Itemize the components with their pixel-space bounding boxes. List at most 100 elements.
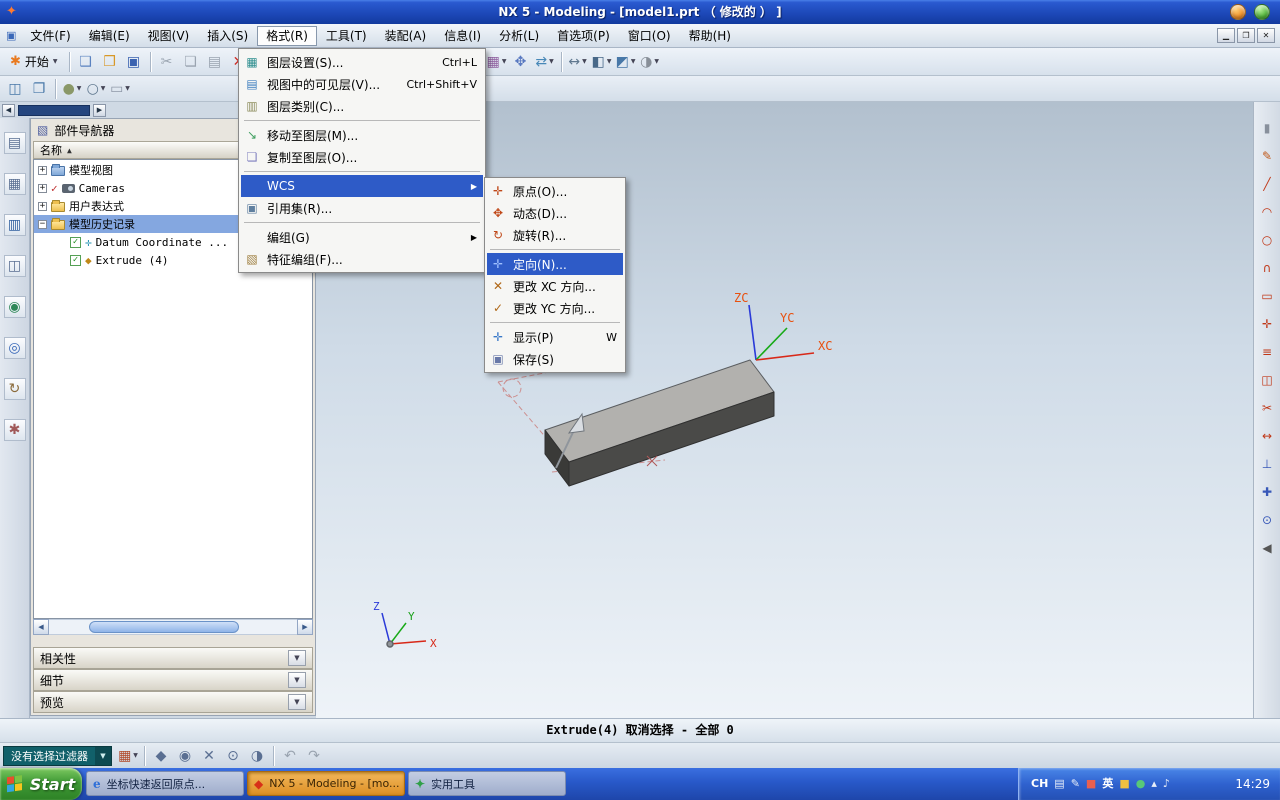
end-point-snap-icon[interactable]: ◆ [149, 745, 173, 767]
line-tool-icon[interactable]: ╱ [1257, 174, 1277, 194]
show-hidden-tray-icon[interactable]: ▴ [1151, 777, 1157, 791]
taskbar-task-utility[interactable]: ✦ 实用工具 [408, 771, 566, 796]
wcs-zc-axis[interactable] [748, 304, 757, 361]
move-object-icon[interactable]: ✥ [509, 51, 533, 73]
arc-center-snap-icon[interactable]: ⊙ [221, 745, 245, 767]
constraints-icon[interactable]: ⊥ [1257, 454, 1277, 474]
snap-point-grid-icon-dropdown[interactable]: ▼ [133, 752, 138, 759]
assembly-navigator-tab[interactable]: ▤ [3, 132, 26, 154]
submenu-item-display[interactable]: ✛ 显示(P) W [487, 326, 623, 348]
selection-filter-combo[interactable]: 没有选择过滤器 ▼ [3, 745, 112, 766]
rectangle-tool-icon[interactable]: ▭ [1257, 286, 1277, 306]
ime-punct-tray-icon[interactable]: ■ [1119, 777, 1129, 791]
menu-item-wcs[interactable]: WCS ▶ [241, 175, 483, 197]
menubar-item-4[interactable]: 格式(R) [257, 26, 317, 46]
submenu-item-change-xc[interactable]: ✕ 更改 XC 方向... [487, 275, 623, 297]
mdi-minimize-button[interactable]: ▁ [1217, 28, 1235, 43]
maximize-layout-icon[interactable]: ◫ [3, 78, 27, 100]
wireframe-mode-icon[interactable]: ○ ▼ [84, 78, 108, 100]
new-part-icon[interactable]: ❑ [74, 51, 98, 73]
pattern-feature-icon[interactable]: ▦ ▼ [485, 51, 509, 73]
mdi-close-button[interactable]: ✕ [1257, 28, 1275, 43]
paste-icon[interactable]: ▤ [203, 51, 227, 73]
menu-item-feature-group[interactable]: ▧ 特征编组(F)... [241, 248, 483, 270]
ime-eng-indicator[interactable]: 英 [1102, 777, 1113, 791]
mirror-tool-icon[interactable]: ◫ [1257, 370, 1277, 390]
menubar-item-11[interactable]: 帮助(H) [680, 26, 740, 46]
sort-ascending-icon[interactable]: ▲ [67, 146, 72, 155]
close-window-button[interactable] [1254, 4, 1270, 20]
scrollbar-thumb[interactable] [89, 621, 239, 633]
collapse-panel-icon[interactable]: ◀ [1257, 538, 1277, 558]
arc-tool-icon[interactable]: ◠ [1257, 202, 1277, 222]
docked-panel-tab[interactable] [18, 104, 90, 116]
tree-item-extrude-checkbox[interactable]: ✓ [70, 254, 81, 266]
section-preview-expand-button[interactable]: ▼ [288, 694, 306, 710]
submenu-item-rotate[interactable]: ↻ 旋转(R)... [487, 224, 623, 246]
menubar-item-7[interactable]: 信息(I) [435, 26, 490, 46]
section-dependencies-expand-button[interactable]: ▼ [288, 650, 306, 666]
app-tray-icon[interactable]: ● [1136, 777, 1146, 791]
collapse-left-icon[interactable]: ◀ [2, 103, 15, 117]
volume-tray-icon[interactable]: ♪ [1163, 777, 1170, 791]
keyboard-tray-icon[interactable]: ▤ [1054, 777, 1064, 791]
menu-item-layer-settings[interactable]: ▦ 图层设置(S)... Ctrl+L [241, 51, 483, 73]
render-style-icon-dropdown[interactable]: ▼ [654, 58, 659, 65]
measure-icon[interactable]: ↔ ▼ [566, 51, 590, 73]
section-view-icon-dropdown[interactable]: ▼ [607, 58, 612, 65]
menu-item-move-to-layer[interactable]: ↘ 移动至图层(M)... [241, 124, 483, 146]
wireframe-mode-icon-dropdown[interactable]: ▼ [101, 85, 106, 92]
orient-view-icon-dropdown[interactable]: ▼ [631, 58, 636, 65]
menubar-item-8[interactable]: 分析(L) [490, 26, 548, 46]
tree-expander-icon[interactable]: + [38, 165, 47, 175]
extend-tool-icon[interactable]: ↔ [1257, 426, 1277, 446]
roles-palette-tab[interactable]: ✱ [3, 419, 26, 441]
copy-icon[interactable]: ❏ [179, 51, 203, 73]
menu-item-visible-in-view[interactable]: ▤ 视图中的可见层(V)... Ctrl+Shift+V [241, 73, 483, 95]
web-browser-tab[interactable]: ◎ [3, 337, 26, 359]
menu-item-layer-category[interactable]: ▥ 图层类别(C)... [241, 95, 483, 117]
pattern-feature-icon-dropdown[interactable]: ▼ [502, 58, 507, 65]
section-details[interactable]: 细节 ▼ [33, 669, 313, 691]
tree-horizontal-scrollbar[interactable]: ◀ ▶ [33, 619, 313, 635]
circle-tool-icon[interactable]: ○ [1257, 230, 1277, 250]
menubar-item-1[interactable]: 编辑(E) [80, 26, 139, 46]
scrollbar-track[interactable] [49, 619, 297, 635]
submenu-item-save[interactable]: ▣ 保存(S) [487, 348, 623, 370]
mid-point-snap-icon[interactable]: ◉ [173, 745, 197, 767]
cut-icon[interactable]: ✂ [155, 51, 179, 73]
scroll-left-icon[interactable]: ◀ [33, 619, 49, 635]
fit-view-icon[interactable]: ▮ [1257, 118, 1277, 138]
offset-tool-icon[interactable]: ≡ [1257, 342, 1277, 362]
menubar-item-5[interactable]: 工具(T) [317, 26, 376, 46]
dimension-icon[interactable]: ✚ [1257, 482, 1277, 502]
section-details-expand-button[interactable]: ▼ [288, 672, 306, 688]
submenu-item-dynamics[interactable]: ✥ 动态(D)... [487, 202, 623, 224]
intersection-snap-icon[interactable]: ✕ [197, 745, 221, 767]
sketch-pencil-icon[interactable]: ✎ [1257, 146, 1277, 166]
reuse-library-tab[interactable]: ◫ [3, 255, 26, 277]
taskbar-task-nx[interactable]: ◆ NX 5 - Modeling - [mo... [247, 771, 405, 796]
start-menu-button[interactable]: ✱ 开始 ▼ [3, 51, 65, 72]
mdi-restore-button[interactable]: ❐ [1237, 28, 1255, 43]
snap-view-icon-dropdown[interactable]: ▼ [125, 85, 130, 92]
cascade-layout-icon[interactable]: ❐ [27, 78, 51, 100]
tree-item-datum-csys-checkbox[interactable]: ✓ [70, 236, 81, 248]
history-palette-tab[interactable]: ↻ [3, 378, 26, 400]
title-bar[interactable]: ✦ NX 5 - Modeling - [model1.prt （ 修改的 ） … [0, 0, 1280, 24]
synchronous-modeling-icon[interactable]: ⇄ ▼ [533, 51, 557, 73]
next-selection-icon[interactable]: ↷ [302, 745, 326, 767]
snap-view-icon[interactable]: ▭ ▼ [108, 78, 132, 100]
part-navigator-tab[interactable]: ▥ [3, 214, 26, 236]
menubar-item-0[interactable]: 文件(F) [21, 26, 79, 46]
open-icon[interactable]: ❒ [98, 51, 122, 73]
submenu-item-change-yc[interactable]: ✓ 更改 YC 方向... [487, 297, 623, 319]
start-button[interactable]: Start [0, 768, 82, 800]
measure-icon-dropdown[interactable]: ▼ [582, 58, 587, 65]
constraint-navigator-tab[interactable]: ▦ [3, 173, 26, 195]
show-constraints-icon[interactable]: ⊙ [1257, 510, 1277, 530]
fillet-tool-icon[interactable]: ∩ [1257, 258, 1277, 278]
tree-expander-icon[interactable]: − [38, 219, 47, 229]
submenu-item-origin[interactable]: ✛ 原点(O)... [487, 180, 623, 202]
shaded-mode-icon-dropdown[interactable]: ▼ [77, 85, 82, 92]
